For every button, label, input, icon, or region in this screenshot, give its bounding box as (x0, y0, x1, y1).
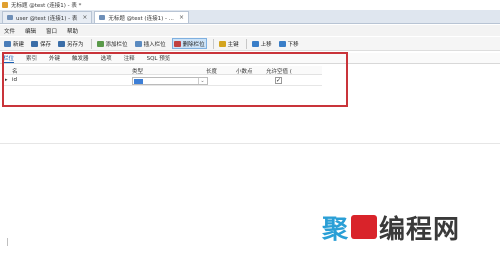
move-down-label: 下移 (287, 41, 299, 48)
close-icon[interactable]: × (82, 14, 87, 21)
header-decimals: 小数点 (236, 69, 253, 75)
tab-foreign-keys[interactable]: 外键 (49, 54, 60, 62)
toolbar-separator (245, 38, 247, 49)
delete-column-icon (173, 40, 181, 47)
app-icon (2, 2, 8, 8)
header-type: 类型 (132, 69, 144, 75)
new-button[interactable]: 新建 (3, 38, 25, 49)
add-column-button[interactable]: 添加栏位 (96, 38, 129, 49)
move-up-button[interactable]: 上移 (251, 38, 273, 49)
chevron-down-icon[interactable]: ⌄ (198, 78, 206, 84)
tab-triggers[interactable]: 触发器 (72, 54, 89, 62)
divider (0, 143, 500, 144)
save-icon (31, 40, 39, 47)
scroll-edge (7, 238, 8, 246)
tab-label: 无标题 @test (连接1) - ... (108, 15, 174, 22)
header-allow-null: 允许空值 ( (266, 69, 292, 75)
save-label: 保存 (40, 41, 52, 48)
design-tabs: 栏位 索引 外键 触发器 选项 注释 SQL 预览 (0, 53, 500, 64)
add-column-icon (96, 40, 104, 47)
tab-bar: user @test (连接1) - 表 × 无标题 @test (连接1) -… (0, 10, 500, 24)
header-name: 名 (12, 69, 18, 75)
watermark-badge-icon (351, 215, 378, 239)
save-as-label: 另存为 (67, 41, 84, 48)
close-icon[interactable]: × (179, 14, 184, 21)
watermark-text-right: 编程网 (379, 214, 461, 245)
tab-comment[interactable]: 注释 (124, 54, 135, 62)
menu-file[interactable]: 文件 (4, 27, 15, 35)
title-bar: 无标题 @test (连接1) - 表 * (0, 0, 500, 10)
allow-null-checkbox[interactable]: ✓ (275, 77, 282, 84)
arrow-up-icon (251, 40, 259, 47)
tab-options[interactable]: 选项 (101, 54, 112, 62)
move-down-button[interactable]: 下移 (278, 38, 300, 49)
menu-window[interactable]: 窗口 (46, 27, 57, 35)
move-up-label: 上移 (260, 41, 272, 48)
table-row[interactable]: ▸ id ⌄ ✓ (4, 76, 322, 86)
window-title: 无标题 @test (连接1) - 表 * (11, 3, 82, 9)
insert-column-label: 插入栏位 (143, 41, 166, 48)
menu-edit[interactable]: 编辑 (25, 27, 36, 35)
primary-key-label: 主键 (227, 41, 239, 48)
field-grid-header: 名 类型 长度 小数点 允许空值 ( (4, 66, 322, 75)
new-icon (4, 40, 11, 47)
tab-sql-preview[interactable]: SQL 预览 (147, 54, 171, 62)
watermark-text-left: 聚 (322, 214, 350, 245)
arrow-down-icon (278, 40, 286, 47)
toolbar: 新建 保存 另存为 添加栏位 插入栏位 删除栏位 主键 上移 下移 (0, 37, 500, 51)
toolbar-separator (212, 38, 214, 49)
save-as-button[interactable]: 另存为 (57, 38, 85, 49)
primary-key-button[interactable]: 主键 (218, 38, 240, 49)
save-button[interactable]: 保存 (30, 38, 52, 49)
menu-help[interactable]: 帮助 (67, 27, 78, 35)
tab-label: user @test (连接1) - 表 (16, 15, 78, 22)
tab-user-table[interactable]: user @test (连接1) - 表 × (2, 11, 93, 23)
table-icon (7, 15, 13, 20)
row-marker-icon: ▸ (5, 77, 8, 83)
tab-untitled-table[interactable]: 无标题 @test (连接1) - ... × (94, 11, 189, 23)
watermark-logo: 聚 编程网 (322, 211, 461, 245)
field-type-select[interactable]: ⌄ (132, 77, 208, 85)
insert-column-button[interactable]: 插入栏位 (134, 38, 167, 49)
insert-column-icon (134, 40, 142, 47)
header-length: 长度 (206, 69, 218, 75)
new-label: 新建 (13, 41, 25, 48)
delete-column-label: 删除栏位 (182, 41, 205, 48)
field-name-cell[interactable]: id (12, 77, 17, 83)
save-as-icon (58, 40, 66, 47)
tab-fields[interactable]: 栏位 (3, 54, 15, 63)
tab-indexes[interactable]: 索引 (26, 54, 37, 62)
table-icon (99, 15, 106, 20)
delete-column-button[interactable]: 删除栏位 (171, 38, 207, 49)
type-selection (134, 79, 143, 84)
add-column-label: 添加栏位 (105, 41, 128, 48)
key-icon (218, 40, 226, 47)
toolbar-separator (90, 38, 92, 49)
menu-bar: 文件 编辑 窗口 帮助 (0, 25, 500, 36)
